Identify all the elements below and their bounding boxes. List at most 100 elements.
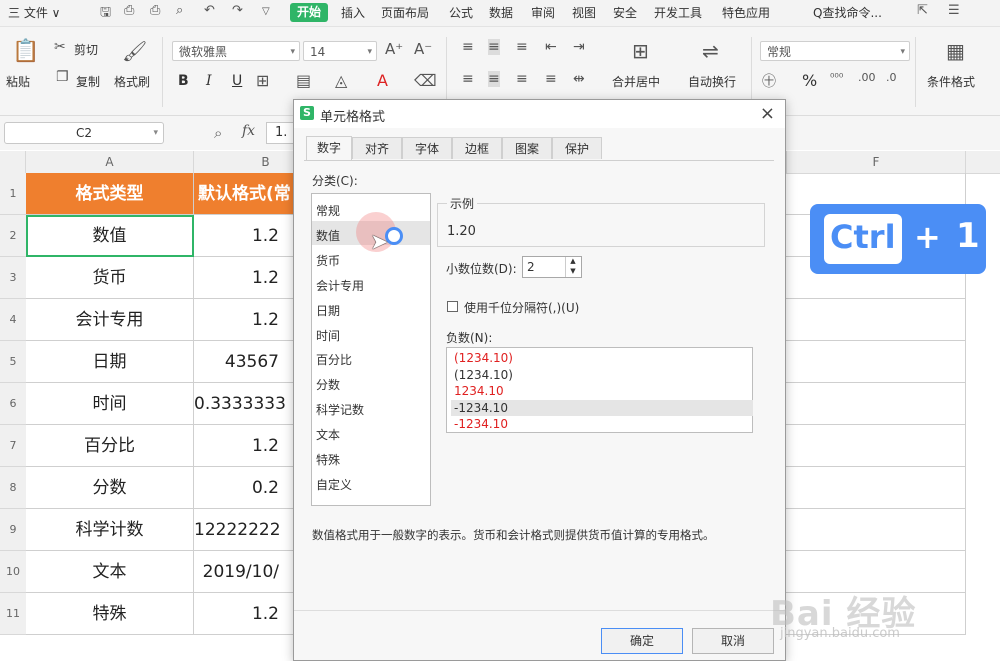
category-item[interactable]: 百分比 [316,351,352,368]
share-icon[interactable]: ⇱ [917,3,928,18]
dropdown-icon[interactable]: ▽ [262,6,270,17]
row-header[interactable]: 5 [0,341,26,383]
table-cell[interactable]: 43567 [194,341,294,383]
redo-icon[interactable]: ↷ [232,3,243,18]
category-item[interactable]: 文本 [316,426,340,443]
underline-button[interactable]: U [232,73,242,89]
tab-special-apps[interactable]: 特色应用 [722,4,770,21]
table-cell[interactable]: 科学计数 [26,509,194,551]
column-header-a[interactable]: A [26,151,194,173]
row-header[interactable]: 3 [0,257,26,299]
align-top-icon[interactable]: ≡ [462,39,474,55]
distribute-icon[interactable]: ⇹ [573,71,585,87]
align-center-icon[interactable]: ≡ [488,71,500,87]
tab-review[interactable]: 审阅 [531,4,555,21]
header-cell[interactable]: 格式类型 [26,173,194,215]
close-icon[interactable]: × [760,103,775,124]
table-cell[interactable]: 百分比 [26,425,194,467]
column-header-f[interactable]: F [786,151,966,173]
tab-number[interactable]: 数字 [306,136,352,160]
table-cell[interactable] [786,509,966,551]
tab-border[interactable]: 边框 [452,137,502,159]
table-cell[interactable] [786,383,966,425]
conditional-format-button[interactable]: 条件格式 [927,73,975,90]
row-header[interactable]: 8 [0,467,26,509]
table-cell[interactable]: 2019/10/ [194,551,294,593]
name-box[interactable]: C2 ▾ [4,122,164,144]
decrease-font-icon[interactable]: A⁻ [414,40,432,58]
stepper-up-icon[interactable]: ▲ [565,257,580,267]
align-bottom-icon[interactable]: ≡ [516,39,528,55]
justify-icon[interactable]: ≡ [545,71,557,87]
cell-style-icon[interactable]: ▤ [296,71,311,90]
row-header[interactable]: 1 [0,173,26,215]
table-cell[interactable] [786,425,966,467]
wrap-text-button[interactable]: 自动换行 [688,73,736,90]
header-cell[interactable]: 默认格式(常 [194,173,294,215]
cancel-button[interactable]: 取消 [692,628,774,654]
file-menu[interactable]: 三 文件 ∨ [8,4,60,21]
table-cell[interactable]: 分数 [26,467,194,509]
table-cell[interactable]: 1.2 [194,215,294,257]
tab-font[interactable]: 字体 [402,137,452,159]
save-icon[interactable]: 🖫 [100,3,111,25]
category-item[interactable]: 会计专用 [316,277,364,294]
category-item[interactable]: 常规 [316,202,340,219]
tab-insert[interactable]: 插入 [341,4,365,21]
tab-developer[interactable]: 开发工具 [654,4,702,21]
table-cell[interactable]: 时间 [26,383,194,425]
table-cell[interactable]: 1.2 [194,593,294,635]
category-item[interactable]: 自定义 [316,476,352,493]
format-painter-button[interactable]: 格式刷 [114,73,150,90]
table-cell[interactable]: 特殊 [26,593,194,635]
paste-icon[interactable]: 📋 [12,39,39,64]
zoom-icon[interactable]: ⌕ [214,124,222,142]
tab-start[interactable]: 开始 [290,3,328,22]
align-right-icon[interactable]: ≡ [516,71,528,87]
currency-icon[interactable]: ㊉ [762,71,776,91]
thousands-icon[interactable]: ⁰⁰⁰ [830,71,843,84]
font-name-select[interactable]: 微软雅黑 ▾ [172,41,300,61]
stepper-down-icon[interactable]: ▼ [565,267,580,277]
category-item[interactable]: 时间 [316,327,340,344]
row-header[interactable]: 7 [0,425,26,467]
table-cell[interactable]: 数值 [26,215,194,257]
decrease-decimal-icon[interactable]: .0 [886,71,897,84]
row-header[interactable]: 6 [0,383,26,425]
table-cell[interactable] [786,299,966,341]
category-item[interactable]: 日期 [316,302,340,319]
negative-format-option[interactable]: -1234.10 [451,416,753,432]
row-header[interactable]: 4 [0,299,26,341]
more-icon[interactable]: ☰ [948,3,960,18]
copy-button[interactable]: 复制 [76,73,100,90]
increase-font-icon[interactable]: A⁺ [385,40,403,58]
category-item[interactable]: 数值 [316,227,340,244]
font-size-select[interactable]: 14 ▾ [303,41,377,61]
align-middle-icon[interactable]: ≡ [488,39,500,55]
decimal-places-stepper[interactable]: 2 ▲ ▼ [522,256,582,278]
table-cell[interactable]: 0.2 [194,467,294,509]
table-cell[interactable]: 货币 [26,257,194,299]
font-color-icon[interactable]: A [377,71,388,90]
tab-pattern[interactable]: 图案 [502,137,552,159]
table-cell[interactable]: 1.2 [194,257,294,299]
table-cell[interactable]: 1.2 [194,299,294,341]
fx-icon[interactable]: fx [242,123,255,139]
paste-button[interactable]: 粘贴 [6,73,30,90]
category-item[interactable]: 货币 [316,252,340,269]
tab-data[interactable]: 数据 [489,4,513,21]
thousands-separator-checkbox[interactable] [447,301,458,312]
select-all-corner[interactable] [0,151,26,173]
row-header[interactable]: 9 [0,509,26,551]
eraser-icon[interactable]: ⌫ [414,71,437,90]
category-item[interactable]: 分数 [316,376,340,393]
category-item[interactable]: 科学记数 [316,401,364,418]
cut-button[interactable]: 剪切 [74,41,98,58]
undo-icon[interactable]: ↶ [204,3,215,18]
table-cell[interactable] [786,467,966,509]
table-cell[interactable]: 12222222 [194,509,294,551]
table-cell[interactable]: 文本 [26,551,194,593]
tab-formula[interactable]: 公式 [449,4,473,21]
table-cell[interactable]: 会计专用 [26,299,194,341]
table-cell[interactable]: 日期 [26,341,194,383]
